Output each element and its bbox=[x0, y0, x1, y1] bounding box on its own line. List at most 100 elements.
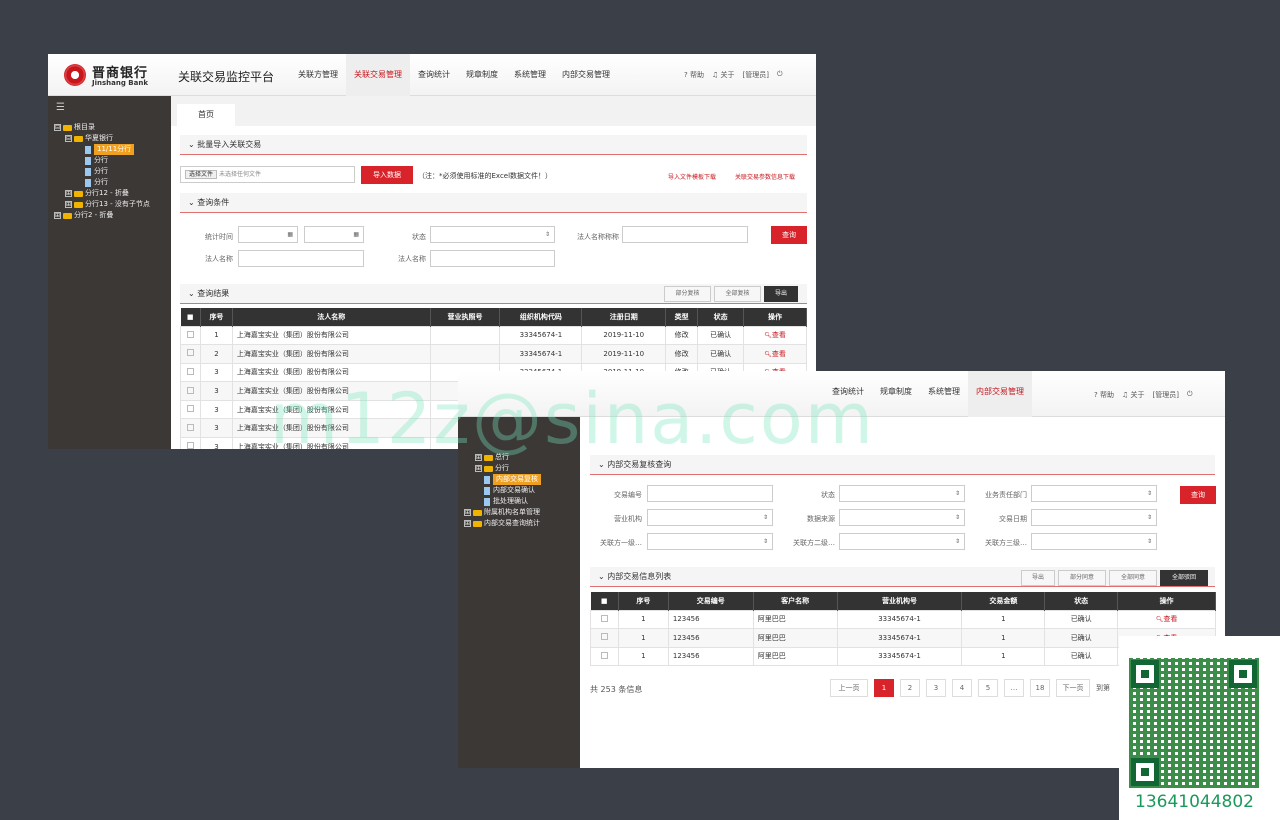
expand-toggle-icon[interactable]: ⊞ bbox=[65, 190, 72, 197]
query-section-header[interactable]: ⌄ 查询条件 bbox=[180, 193, 807, 213]
all-review-button[interactable]: 全部复核 bbox=[714, 286, 761, 302]
all-reject-button[interactable]: 全部驳回 bbox=[1160, 570, 1208, 586]
nav-internal-txn[interactable]: 内部交易管理 bbox=[554, 54, 618, 96]
expand-toggle-icon[interactable]: ⊞ bbox=[475, 465, 482, 472]
row-checkbox[interactable] bbox=[180, 418, 201, 439]
power-icon[interactable]: ⏻ bbox=[1187, 390, 1193, 400]
row-checkbox[interactable] bbox=[180, 399, 201, 420]
about-link[interactable]: ♫ 关于 bbox=[1122, 390, 1145, 400]
page-button[interactable]: 1 bbox=[874, 679, 894, 697]
view-link[interactable]: 🔍︎查看 bbox=[1117, 609, 1216, 630]
view-link[interactable]: 🔍︎查看 bbox=[743, 325, 807, 346]
query-button[interactable]: 查询 bbox=[771, 226, 807, 244]
tree-node[interactable]: 11/11分行 bbox=[54, 144, 150, 155]
legal-name-input-2[interactable] bbox=[430, 250, 555, 267]
menu-toggle-icon[interactable]: ☰ bbox=[56, 102, 65, 113]
dept-select[interactable]: ⇕ bbox=[1031, 485, 1157, 502]
qr-finder-icon bbox=[1229, 660, 1257, 688]
nav-query-stats[interactable]: 查询统计 bbox=[410, 54, 458, 96]
row-checkbox[interactable] bbox=[180, 381, 201, 401]
document-icon bbox=[85, 156, 91, 165]
row-checkbox[interactable] bbox=[180, 362, 201, 383]
row-checkbox[interactable] bbox=[590, 609, 619, 630]
tree-node[interactable]: 分行 bbox=[54, 155, 150, 166]
row-checkbox[interactable] bbox=[590, 646, 619, 667]
select-all-checkbox[interactable]: ■ bbox=[590, 592, 619, 610]
tree-node[interactable]: ⊞ 分行12 - 折叠 bbox=[54, 188, 150, 199]
nav-related-txn[interactable]: 关联交易管理 bbox=[346, 54, 410, 96]
nav-internal-txn[interactable]: 内部交易管理 bbox=[968, 371, 1032, 417]
nav-rules[interactable]: 规章制度 bbox=[458, 54, 506, 96]
query-button[interactable]: 查询 bbox=[1180, 486, 1216, 504]
nav-rules[interactable]: 规章制度 bbox=[872, 371, 920, 417]
expand-toggle-icon[interactable]: ⊞ bbox=[464, 509, 471, 516]
row-checkbox[interactable] bbox=[180, 325, 201, 346]
row-checkbox[interactable] bbox=[590, 628, 619, 648]
expand-toggle-icon[interactable]: ⊞ bbox=[464, 520, 471, 527]
date-select[interactable]: ⇕ bbox=[1031, 509, 1157, 526]
expand-toggle-icon[interactable]: ⊞ bbox=[54, 212, 61, 219]
partial-review-button[interactable]: 部分复核 bbox=[664, 286, 711, 302]
page-button[interactable]: 4 bbox=[952, 679, 972, 697]
view-link[interactable]: 🔍︎查看 bbox=[743, 344, 807, 364]
file-picker[interactable]: 选择文件 未选择任何文件 bbox=[180, 166, 355, 183]
source-select[interactable]: ⇕ bbox=[839, 509, 965, 526]
tree-node[interactable]: ⊞ 分行 bbox=[464, 463, 541, 474]
row-checkbox[interactable] bbox=[180, 344, 201, 364]
expand-toggle-icon[interactable]: ⊟ bbox=[54, 124, 61, 131]
expand-toggle-icon[interactable]: ⊟ bbox=[65, 135, 72, 142]
partial-agree-button[interactable]: 部分同意 bbox=[1058, 570, 1106, 586]
legal-name-short-input[interactable] bbox=[622, 226, 748, 243]
tree-node[interactable]: ⊟ 根目录 bbox=[54, 122, 150, 133]
page-button[interactable]: 5 bbox=[978, 679, 998, 697]
nav-related-party[interactable]: 关联方管理 bbox=[290, 54, 346, 96]
tree-node[interactable]: ⊞ 分行13 - 没有子节点 bbox=[54, 199, 150, 210]
nav-system[interactable]: 系统管理 bbox=[920, 371, 968, 417]
tree-node[interactable]: 内部交易确认 bbox=[464, 485, 541, 496]
rel1-select[interactable]: ⇕ bbox=[647, 533, 773, 550]
status-select[interactable]: ⇕ bbox=[430, 226, 555, 243]
help-link[interactable]: ? 帮助 bbox=[1094, 390, 1114, 400]
power-icon[interactable]: ⏻ bbox=[777, 70, 783, 80]
page-button[interactable]: 18 bbox=[1030, 679, 1050, 697]
all-agree-button[interactable]: 全部同意 bbox=[1109, 570, 1157, 586]
prev-page-button[interactable]: 上一页 bbox=[830, 679, 868, 697]
page-button[interactable]: 3 bbox=[926, 679, 946, 697]
legal-name-input[interactable] bbox=[238, 250, 364, 267]
org-tree: ⊟ 根目录 ⊟ 华夏银行 11/11分行 分行 分行 分行 ⊞ 分行12 - 折叠 ⊞ 分行13 - … bbox=[54, 122, 150, 221]
export-button[interactable]: 导出 bbox=[1021, 570, 1055, 586]
import-data-button[interactable]: 导入数据 bbox=[361, 166, 413, 184]
tab-home[interactable]: 首页 bbox=[177, 104, 235, 126]
tree-node[interactable]: 内部交易复核 bbox=[464, 474, 541, 485]
col-header: 交易金额 bbox=[961, 592, 1046, 610]
org-select[interactable]: ⇕ bbox=[647, 509, 773, 526]
end-date-input[interactable]: ▦ bbox=[304, 226, 364, 243]
status-select[interactable]: ⇕ bbox=[839, 485, 965, 502]
tree-node[interactable]: ⊞ 附属机构名单管理 bbox=[464, 507, 541, 518]
next-page-button[interactable]: 下一页 bbox=[1056, 679, 1090, 697]
rel3-select[interactable]: ⇕ bbox=[1031, 533, 1157, 550]
tree-node[interactable]: ⊞ 分行2 - 折叠 bbox=[54, 210, 150, 221]
tree-node[interactable]: ⊞ 内部交易查询统计 bbox=[464, 518, 541, 529]
select-all-checkbox[interactable]: ■ bbox=[180, 308, 201, 326]
tree-node[interactable]: 分行 bbox=[54, 177, 150, 188]
help-link[interactable]: ? 帮助 bbox=[684, 70, 704, 80]
expand-toggle-icon[interactable]: ⊞ bbox=[65, 201, 72, 208]
choose-file-button[interactable]: 选择文件 bbox=[185, 170, 218, 179]
result-section-header[interactable]: ⌄ 查询结果 bbox=[180, 284, 807, 304]
tree-node[interactable]: 批处理确认 bbox=[464, 496, 541, 507]
params-download-link[interactable]: 关联交易参数信息下载 bbox=[735, 172, 795, 181]
nav-system[interactable]: 系统管理 bbox=[506, 54, 554, 96]
start-date-input[interactable]: ▦ bbox=[238, 226, 298, 243]
tree-node[interactable]: 分行 bbox=[54, 166, 150, 177]
txn-no-input[interactable] bbox=[647, 485, 773, 502]
rel2-select[interactable]: ⇕ bbox=[839, 533, 965, 550]
export-button[interactable]: 导出 bbox=[764, 286, 798, 302]
about-link[interactable]: ♫ 关于 bbox=[712, 70, 735, 80]
page-button[interactable]: 2 bbox=[900, 679, 920, 697]
tree-node[interactable]: ⊟ 华夏银行 bbox=[54, 133, 150, 144]
row-checkbox[interactable] bbox=[180, 437, 201, 449]
label-status: 状态 bbox=[821, 491, 835, 499]
import-section-header[interactable]: ⌄ 批量导入关联交易 bbox=[180, 135, 807, 155]
template-download-link[interactable]: 导入文件模板下载 bbox=[668, 172, 716, 181]
